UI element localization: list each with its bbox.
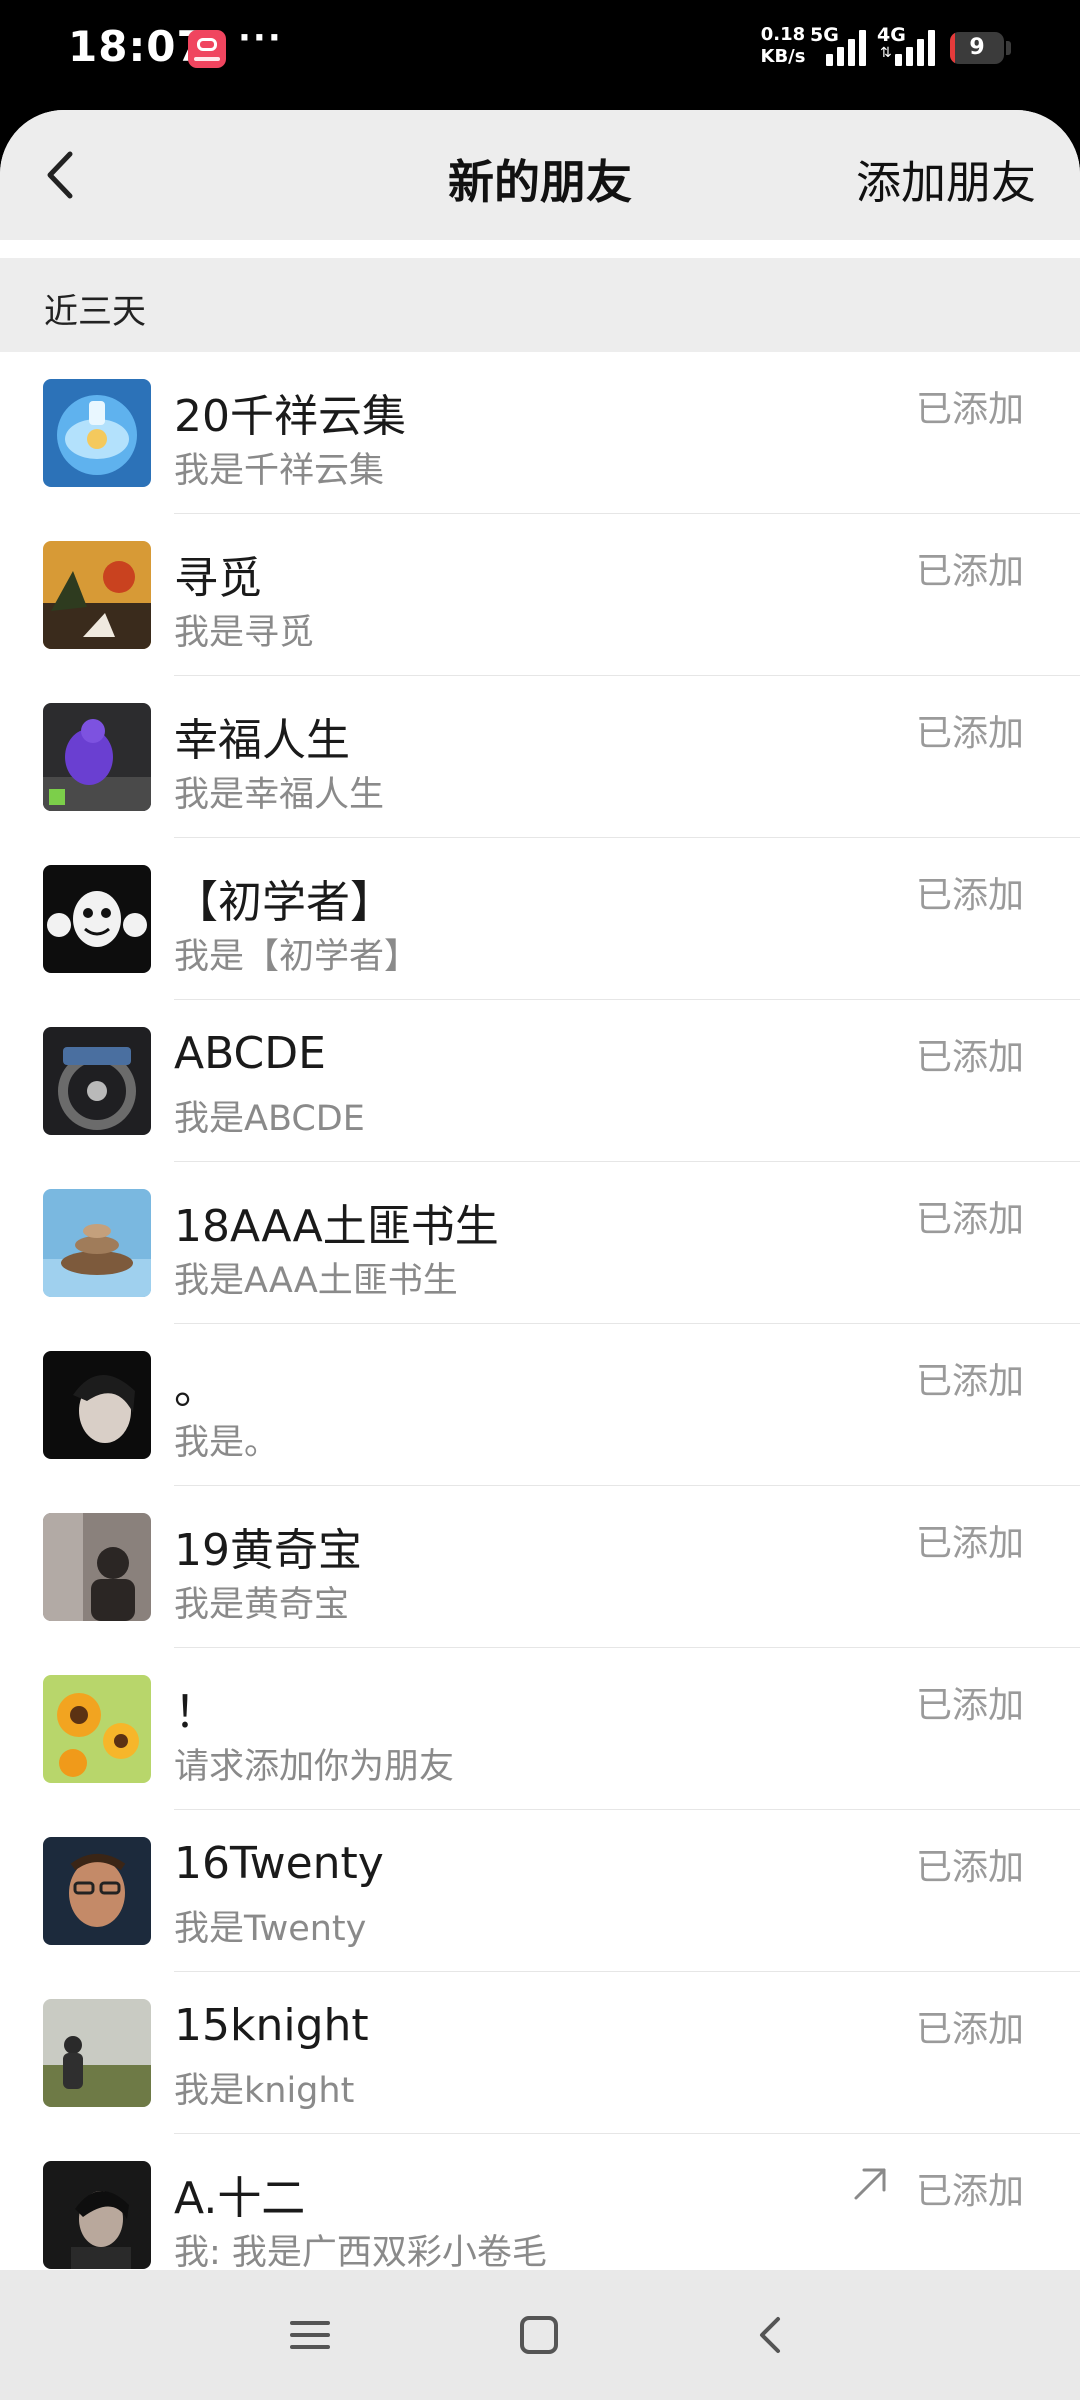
- status-more-indicator: ···: [238, 18, 283, 58]
- friend-request-message: 我是千祥云集: [174, 451, 385, 491]
- friend-row[interactable]: 幸福人生我是幸福人生 已添加: [0, 676, 1080, 838]
- header-spacer: [0, 240, 1080, 258]
- friend-request-message: 我是ABCDE: [174, 1099, 365, 1139]
- system-back-button[interactable]: [740, 2305, 800, 2365]
- friend-row[interactable]: 15knight 我是knight 已添加: [0, 1972, 1080, 2134]
- friend-row[interactable]: 19黄奇宝我是黄奇宝 已添加: [0, 1486, 1080, 1648]
- added-status: 已添加: [915, 2009, 1024, 2050]
- friend-name: 16Twenty: [174, 1838, 384, 1889]
- friend-request-message: 我是Twenty: [174, 1909, 367, 1949]
- avatar[interactable]: [43, 541, 151, 649]
- new-friends-page: 新的朋友 添加朋友 近三天 20千祥云集 我是千祥云集 已添加 寻觅 我是寻觅 已添加 幸福…: [0, 110, 1080, 2400]
- network-speed-value: 0.18: [760, 24, 806, 45]
- page-title: 新的朋友: [448, 155, 632, 209]
- avatar[interactable]: [43, 379, 151, 487]
- avatar[interactable]: [43, 1189, 151, 1297]
- added-status: 已添加: [915, 1847, 1024, 1888]
- signal-strength-icon: [826, 30, 874, 66]
- added-status: 已添加: [915, 1199, 1024, 1240]
- network-speed: 0.18 KB/s: [758, 24, 808, 68]
- friend-request-message: 我: 我是广西双彩小卷毛: [174, 2233, 547, 2273]
- added-status: 已添加: [915, 1685, 1024, 1726]
- friend-request-message: 我是【初学者】: [174, 937, 420, 977]
- added-status: 已添加: [915, 1037, 1024, 1078]
- network-speed-unit: KB/s: [760, 46, 806, 67]
- added-status: 已添加: [915, 875, 1024, 916]
- avatar[interactable]: [43, 865, 151, 973]
- friend-request-message: 我是寻觅: [174, 613, 315, 653]
- avatar[interactable]: [43, 1027, 151, 1135]
- avatar[interactable]: [43, 703, 151, 811]
- friend-request-message: 我是幸福人生: [174, 775, 385, 815]
- friend-row[interactable]: ABCDE 我是ABCDE 已添加: [0, 1000, 1080, 1162]
- friend-request-message: 我是。: [174, 1423, 280, 1463]
- friend-request-message: 我是AAA土匪书生: [174, 1261, 458, 1301]
- status-time: 18:07: [68, 22, 207, 71]
- chevron-left-icon: [47, 151, 73, 199]
- battery-tip: [1006, 41, 1011, 55]
- back-triangle-icon: [760, 2317, 780, 2353]
- xiaohongshu-app-icon: [188, 30, 226, 68]
- menu-button[interactable]: [280, 2305, 340, 2365]
- friend-name: 幸福人生: [174, 715, 350, 766]
- added-status: 已添加: [915, 389, 1024, 430]
- friend-name: ！: [174, 1687, 218, 1738]
- friend-name: 20千祥云集: [174, 391, 406, 442]
- avatar[interactable]: [43, 1351, 151, 1459]
- battery-level: 9: [969, 35, 985, 60]
- avatar[interactable]: [43, 1675, 151, 1783]
- add-friend-button[interactable]: 添加朋友: [856, 146, 1036, 211]
- app-header: 新的朋友 添加朋友: [0, 110, 1080, 240]
- friend-row[interactable]: 20千祥云集我是千祥云集 已添加: [0, 352, 1080, 514]
- avatar[interactable]: [43, 1837, 151, 1945]
- friend-name: 19黄奇宝: [174, 1525, 362, 1576]
- menu-lines-icon: [290, 2321, 330, 2349]
- friend-row[interactable]: 18AAA土匪书生我是AAA土匪书生 已添加: [0, 1162, 1080, 1324]
- friend-row[interactable]: 【初学者】我是【初学者】 已添加: [0, 838, 1080, 1000]
- added-status: 已添加: [915, 1361, 1024, 1402]
- added-status: 已添加: [915, 713, 1024, 754]
- avatar[interactable]: [43, 1513, 151, 1621]
- friend-request-message: 我是黄奇宝: [174, 1585, 350, 1625]
- friend-row[interactable]: 16Twenty 我是Twenty 已添加: [0, 1810, 1080, 1972]
- friend-name: 15knight: [174, 2000, 369, 2051]
- added-status: 已添加: [915, 551, 1024, 592]
- share-arrow-icon[interactable]: [850, 2164, 890, 2204]
- avatar[interactable]: [43, 1999, 151, 2107]
- friend-name: 【初学者】: [174, 877, 394, 928]
- friend-request-message: 我是knight: [174, 2071, 355, 2111]
- home-button[interactable]: [509, 2305, 569, 2365]
- status-bar: 18:07 ··· 0.18 KB/s 5G 4G ⇅ 9: [0, 0, 1080, 110]
- friend-row[interactable]: ！ 请求添加你为朋友 已添加: [0, 1648, 1080, 1810]
- friend-name: 。: [174, 1363, 218, 1414]
- friend-request-message: 请求添加你为朋友: [174, 1747, 455, 1787]
- friend-name: 寻觅: [174, 553, 262, 604]
- friend-name: A.十二: [174, 2173, 306, 2224]
- friend-row[interactable]: 寻觅我是寻觅 已添加: [0, 514, 1080, 676]
- friend-list: 20千祥云集 我是千祥云集 已添加 寻觅 我是寻觅 已添加 幸福人生 我是幸福人生 已添加 【初学…: [0, 352, 1080, 2296]
- battery-icon: 9: [950, 32, 1004, 64]
- section-title: 近三天: [44, 292, 146, 332]
- friend-row[interactable]: 。我是。 已添加: [0, 1324, 1080, 1486]
- added-status: 已添加: [915, 2171, 1024, 2212]
- section-header: 近三天: [0, 258, 1080, 352]
- system-nav-bar: [0, 2270, 1080, 2400]
- signal-strength-icon: [895, 30, 943, 66]
- data-activity-icon: ⇅: [880, 45, 892, 61]
- friend-name: 18AAA土匪书生: [174, 1201, 499, 1252]
- avatar[interactable]: [43, 2161, 151, 2269]
- added-status: 已添加: [915, 1523, 1024, 1564]
- friend-name: ABCDE: [174, 1028, 326, 1079]
- back-button[interactable]: [28, 140, 98, 210]
- home-square-icon: [520, 2316, 558, 2354]
